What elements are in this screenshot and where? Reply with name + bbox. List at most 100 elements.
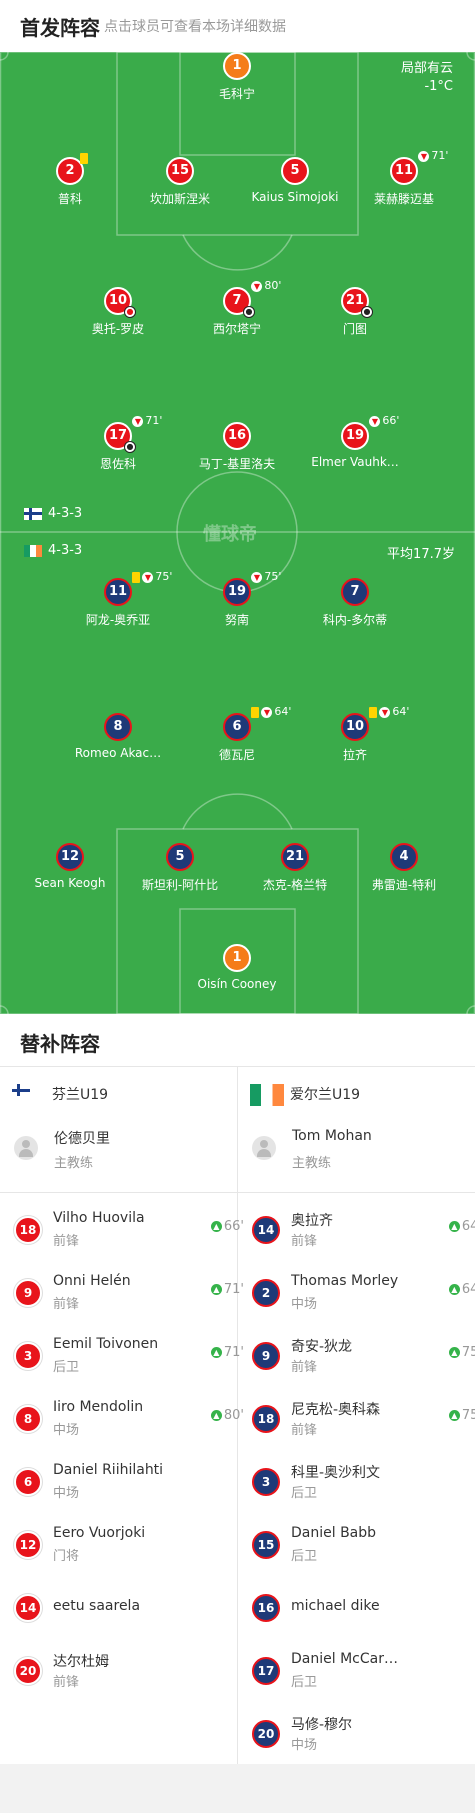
sub-on-time: ▲64' xyxy=(448,1282,475,1297)
sub-on-minute: 80' xyxy=(223,1408,244,1423)
sub-off-icon: ▼ xyxy=(132,415,144,427)
player-position: 前锋 xyxy=(291,1423,318,1438)
coach-role: 主教练 xyxy=(292,1156,332,1171)
substitute-row[interactable]: 20 马修-穆尔 中场 xyxy=(252,1712,475,1772)
player-position: 前锋 xyxy=(291,1360,318,1375)
away-player[interactable]: 19 ▼ 75' 努南 xyxy=(177,570,297,628)
away-player[interactable]: 7 科内-多尔蒂 xyxy=(295,578,415,628)
sub-on-icon: ▲ xyxy=(448,1410,460,1421)
player-name: Onni Helén xyxy=(53,1273,131,1289)
player-name: 莱赫滕迈基 xyxy=(373,192,434,206)
home-player[interactable]: 5 Kaius Simojoki xyxy=(235,157,355,204)
substitute-row[interactable]: 6 Daniel Riihilahti 中场 xyxy=(14,1460,244,1520)
player-name: Daniel Riihilahti xyxy=(53,1462,164,1478)
player-name: Vilho Huovila xyxy=(53,1210,145,1226)
player-position: 中场 xyxy=(291,1738,318,1753)
player-name: eetu saarela xyxy=(53,1598,141,1614)
home-player[interactable]: 21 ● 门图 xyxy=(295,287,415,337)
away-player[interactable]: 5 斯坦利-阿什比 xyxy=(120,843,240,893)
player-events: ▼ 66' xyxy=(369,414,399,428)
player-name: 科里-奥沙利文 xyxy=(291,1465,381,1481)
home-player-gk[interactable]: 1 毛科宁 xyxy=(177,52,297,102)
home-player[interactable]: 16 马丁-基里洛夫 xyxy=(177,422,297,472)
player-name: 西尔塔宁 xyxy=(212,322,261,336)
sub-on-time: ▲ 66' xyxy=(210,1219,244,1234)
player-number: 9 xyxy=(252,1342,280,1370)
sub-on-time: ▲75' xyxy=(448,1345,475,1360)
finland-flag-icon xyxy=(12,1084,46,1106)
player-number: 14 xyxy=(252,1216,280,1244)
home-player[interactable]: 19 ▼ 66' Elmer Vauhk… xyxy=(295,414,415,469)
sub-off-minute: 71' xyxy=(145,414,163,427)
finland-flag-icon xyxy=(24,507,42,520)
player-name: Thomas Morley xyxy=(291,1273,399,1289)
yellow-card-icon xyxy=(251,706,260,718)
substitute-row[interactable]: 15 Daniel Babb 后卫 xyxy=(252,1523,475,1583)
substitute-row[interactable]: 8 Iiro Mendolin 中场 ▲ 80' xyxy=(14,1397,244,1457)
substitute-row[interactable]: 16 michael dike xyxy=(252,1586,475,1646)
substitute-row[interactable]: 20 达尔杜姆 前锋 xyxy=(14,1649,244,1709)
player-number: 8 xyxy=(104,713,132,741)
away-player[interactable]: 10 ▼ 64' 拉齐 xyxy=(295,705,415,763)
ireland-flag-icon xyxy=(250,1084,284,1106)
away-player[interactable]: 11 ▼ 75' 阿龙-奥乔亚 xyxy=(58,570,178,628)
coach-name: Tom Mohan xyxy=(292,1128,372,1144)
away-team-name: 爱尔兰U19 xyxy=(290,1087,361,1103)
substitute-row[interactable]: 18 Vilho Huovila 前锋 ▲ 66' xyxy=(14,1208,244,1268)
away-player[interactable]: 8 Romeo Akac… xyxy=(58,713,178,760)
sub-on-minute: 71' xyxy=(223,1345,244,1360)
away-player[interactable]: 21 杰克-格兰特 xyxy=(235,843,355,893)
substitute-row[interactable]: 3 Eemil Toivonen 后卫 ▲ 71' xyxy=(14,1334,244,1394)
yellow-card-icon xyxy=(80,152,89,164)
player-name: 科内-多尔蒂 xyxy=(322,613,388,627)
away-player[interactable]: 4 弗雷迪-特利 xyxy=(344,843,464,893)
sub-on-time: ▲ 71' xyxy=(210,1282,244,1297)
player-name: michael dike xyxy=(291,1598,380,1614)
player-events: ▼ 71' xyxy=(132,414,162,428)
home-player[interactable]: 10 ● 奥托-罗皮 xyxy=(58,287,178,337)
player-number: 3 xyxy=(14,1342,42,1370)
player-number: 15 xyxy=(252,1531,280,1559)
home-player[interactable]: 11 ▼ 71' 莱赫滕迈基 xyxy=(344,149,464,207)
player-number: 16 xyxy=(252,1594,280,1622)
substitute-row[interactable]: 14 奥拉齐前锋 ▲64' xyxy=(252,1208,475,1268)
substitute-row[interactable]: 2 Thomas Morley 中场 ▲64' xyxy=(252,1271,475,1331)
substitute-row[interactable]: 17 Daniel McCar… 后卫 xyxy=(252,1649,475,1709)
player-name: Daniel Babb xyxy=(291,1525,377,1541)
player-number: 1 xyxy=(223,944,251,972)
player-number: 6 xyxy=(14,1468,42,1496)
sub-on-icon: ▲ xyxy=(448,1347,460,1358)
substitute-row[interactable]: 3 科里-奥沙利文 后卫 xyxy=(252,1460,475,1520)
away-player[interactable]: 6 ▼ 64' 德瓦尼 xyxy=(177,705,297,763)
player-events xyxy=(80,151,90,165)
home-player[interactable]: 7 ● ▼ 80' 西尔塔宁 xyxy=(177,279,297,337)
substitute-row[interactable]: 14 eetu saarela xyxy=(14,1586,244,1646)
player-name: Romeo Akac… xyxy=(74,746,162,760)
lineup-hint: 点击球员可查看本场详细数据 xyxy=(104,19,286,35)
player-position: 前锋 xyxy=(53,1297,80,1312)
player-number: 10 ● xyxy=(104,287,136,318)
player-events: ▼ 75' xyxy=(251,570,281,584)
player-name: 弗雷迪-特利 xyxy=(371,878,437,892)
away-formation-label: 4-3-3 xyxy=(48,543,83,558)
home-player[interactable]: 2 普科 xyxy=(10,152,130,207)
home-player[interactable]: 15 坎加斯涅米 xyxy=(120,157,240,207)
substitute-row[interactable]: 12 Eero Vuorjoki 门将 xyxy=(14,1523,244,1583)
away-player-gk[interactable]: 1 Oisín Cooney xyxy=(177,944,297,991)
player-name: Oisín Cooney xyxy=(197,977,277,991)
away-player[interactable]: 12 Sean Keogh xyxy=(10,843,130,890)
substitute-row[interactable]: 9 Onni Helén 前锋 ▲ 71' xyxy=(14,1271,244,1331)
player-events: ▼ 64' xyxy=(251,705,291,719)
player-number: 2 xyxy=(252,1279,280,1307)
substitute-row[interactable]: 18 尼克松-奥科森前锋 ▲75' xyxy=(252,1397,475,1457)
sub-on-minute: 64' xyxy=(461,1219,475,1234)
substitute-row[interactable]: 9 奇安-狄龙前锋 ▲75' xyxy=(252,1334,475,1394)
home-player[interactable]: 17 ● ▼ 71' 恩佐科 xyxy=(58,414,178,472)
player-name: 马丁-基里洛夫 xyxy=(198,457,276,471)
player-number: 1 xyxy=(223,52,251,80)
player-number: 14 xyxy=(14,1594,42,1622)
sub-on-time: ▲ 71' xyxy=(210,1345,244,1360)
player-name: Eemil Toivonen xyxy=(53,1336,159,1352)
player-name: Daniel McCar… xyxy=(291,1651,398,1667)
sub-on-icon: ▲ xyxy=(210,1284,222,1295)
